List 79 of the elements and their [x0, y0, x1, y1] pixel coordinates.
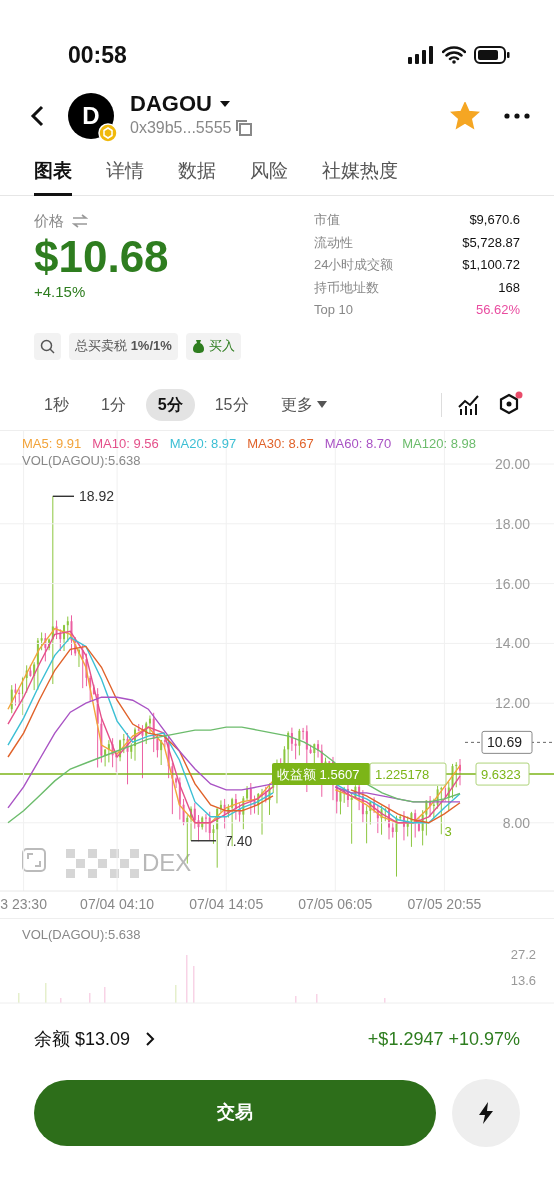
volume-label: VOL(DAGOU):5.638	[22, 925, 141, 944]
stat-value: $1,100.72	[462, 256, 520, 274]
battery-icon	[474, 46, 510, 64]
stat-label: 市值	[314, 211, 340, 229]
price-label: 价格	[34, 211, 64, 231]
timeframe-tab[interactable]: 15分	[202, 388, 261, 421]
token-address: 0x39b5...5555	[130, 118, 232, 139]
tab[interactable]: 详情	[106, 156, 144, 195]
axis-label: 18.00	[494, 515, 530, 532]
status-time: 00:58	[68, 40, 127, 70]
volume-label: VOL(DAGOU):5.638	[22, 453, 141, 469]
lightning-icon	[478, 1101, 494, 1124]
logo-icon	[66, 848, 139, 878]
axis-label: 20.00	[494, 455, 530, 472]
axis-label: 12.00	[494, 694, 530, 711]
time-label: 07/05 20:55	[407, 895, 482, 912]
stat-value: 56.62%	[475, 301, 520, 319]
axis-label: 14.00	[494, 634, 530, 651]
more-icon[interactable]	[504, 113, 530, 119]
leader-line	[52, 495, 75, 497]
copy-icon[interactable]	[235, 119, 254, 138]
ma-legend-label: MA120: 8.98	[402, 435, 476, 451]
tab[interactable]: 数据	[178, 156, 216, 195]
profit-tag: 收益额 1.5607	[272, 762, 370, 785]
high-price-label: 18.92	[79, 487, 115, 504]
price-change: +4.15%	[34, 281, 87, 302]
timeframe-tab[interactable]: 1秒	[32, 388, 81, 421]
wifi-icon	[442, 46, 466, 64]
chain-badge-icon	[98, 123, 118, 143]
chart-indicator-icon[interactable]	[458, 394, 480, 415]
caret-icon[interactable]	[219, 100, 230, 108]
ma-legend-label: MA30: 8.67	[247, 435, 314, 451]
balance-text[interactable]: 余额 $13.09	[34, 1025, 131, 1053]
pnl-text: +$1.2947 +10.97%	[367, 1027, 520, 1051]
ma-legend-label: MA5: 9.91	[22, 435, 82, 451]
stat-value: $9,670.6	[469, 211, 520, 229]
money-bag-icon	[191, 338, 205, 354]
time-label: 3 23:30	[0, 895, 47, 912]
timeframe-tab[interactable]: 更多	[268, 388, 339, 421]
trade-marker: 3	[444, 823, 452, 839]
search-icon	[40, 338, 55, 354]
tab[interactable]: 风险	[250, 156, 288, 195]
stat-label: 持币地址数	[314, 278, 379, 297]
profit-value-tag: 1.225178	[369, 762, 447, 786]
timeframe-tab[interactable]: 5分	[145, 388, 195, 421]
caret-icon	[316, 401, 327, 408]
star-icon[interactable]	[450, 102, 480, 130]
buy-button[interactable]: 买入	[185, 332, 241, 360]
signal-icon	[408, 46, 434, 64]
axis-label: 13.6	[510, 972, 536, 988]
ma-legend-label: MA20: 8.97	[169, 435, 237, 451]
time-label: 07/04 04:10	[80, 895, 155, 912]
tab[interactable]: 图表	[34, 156, 72, 195]
last-price-tag: 10.69	[481, 730, 533, 754]
back-icon[interactable]	[30, 105, 44, 127]
stat-label: Top 10	[314, 301, 354, 319]
timeframe-tab[interactable]: 1分	[88, 388, 138, 421]
tab[interactable]: 社媒热度	[322, 156, 398, 195]
stat-label: 流动性	[314, 233, 353, 252]
search-button[interactable]	[34, 332, 61, 360]
axis-label: 8.00	[502, 814, 530, 831]
watermark-text: DEX	[142, 848, 192, 876]
stat-value: 168	[498, 278, 520, 297]
tax-chip[interactable]: 总买卖税 1%/1%	[69, 332, 178, 360]
time-label: 07/05 06:05	[298, 895, 373, 912]
cost-price-tag: 9.6323	[475, 762, 530, 786]
axis-label: 16.00	[494, 575, 530, 592]
axis-label: 27.2	[510, 946, 536, 962]
stat-label: 24小时成交额	[314, 256, 394, 274]
trade-button[interactable]: 交易	[34, 1079, 436, 1146]
price-value: $10.68	[34, 232, 169, 281]
time-label: 07/04 14:05	[189, 895, 264, 912]
ma-legend-label: MA10: 9.56	[92, 435, 159, 451]
leader-line	[190, 839, 217, 841]
stat-value: $5,728.87	[462, 233, 520, 252]
ma-legend-label: MA60: 8.70	[324, 435, 392, 451]
token-name: DAGOU	[130, 91, 212, 117]
chevron-right-icon[interactable]	[146, 1032, 156, 1046]
swap-icon[interactable]	[72, 214, 88, 229]
